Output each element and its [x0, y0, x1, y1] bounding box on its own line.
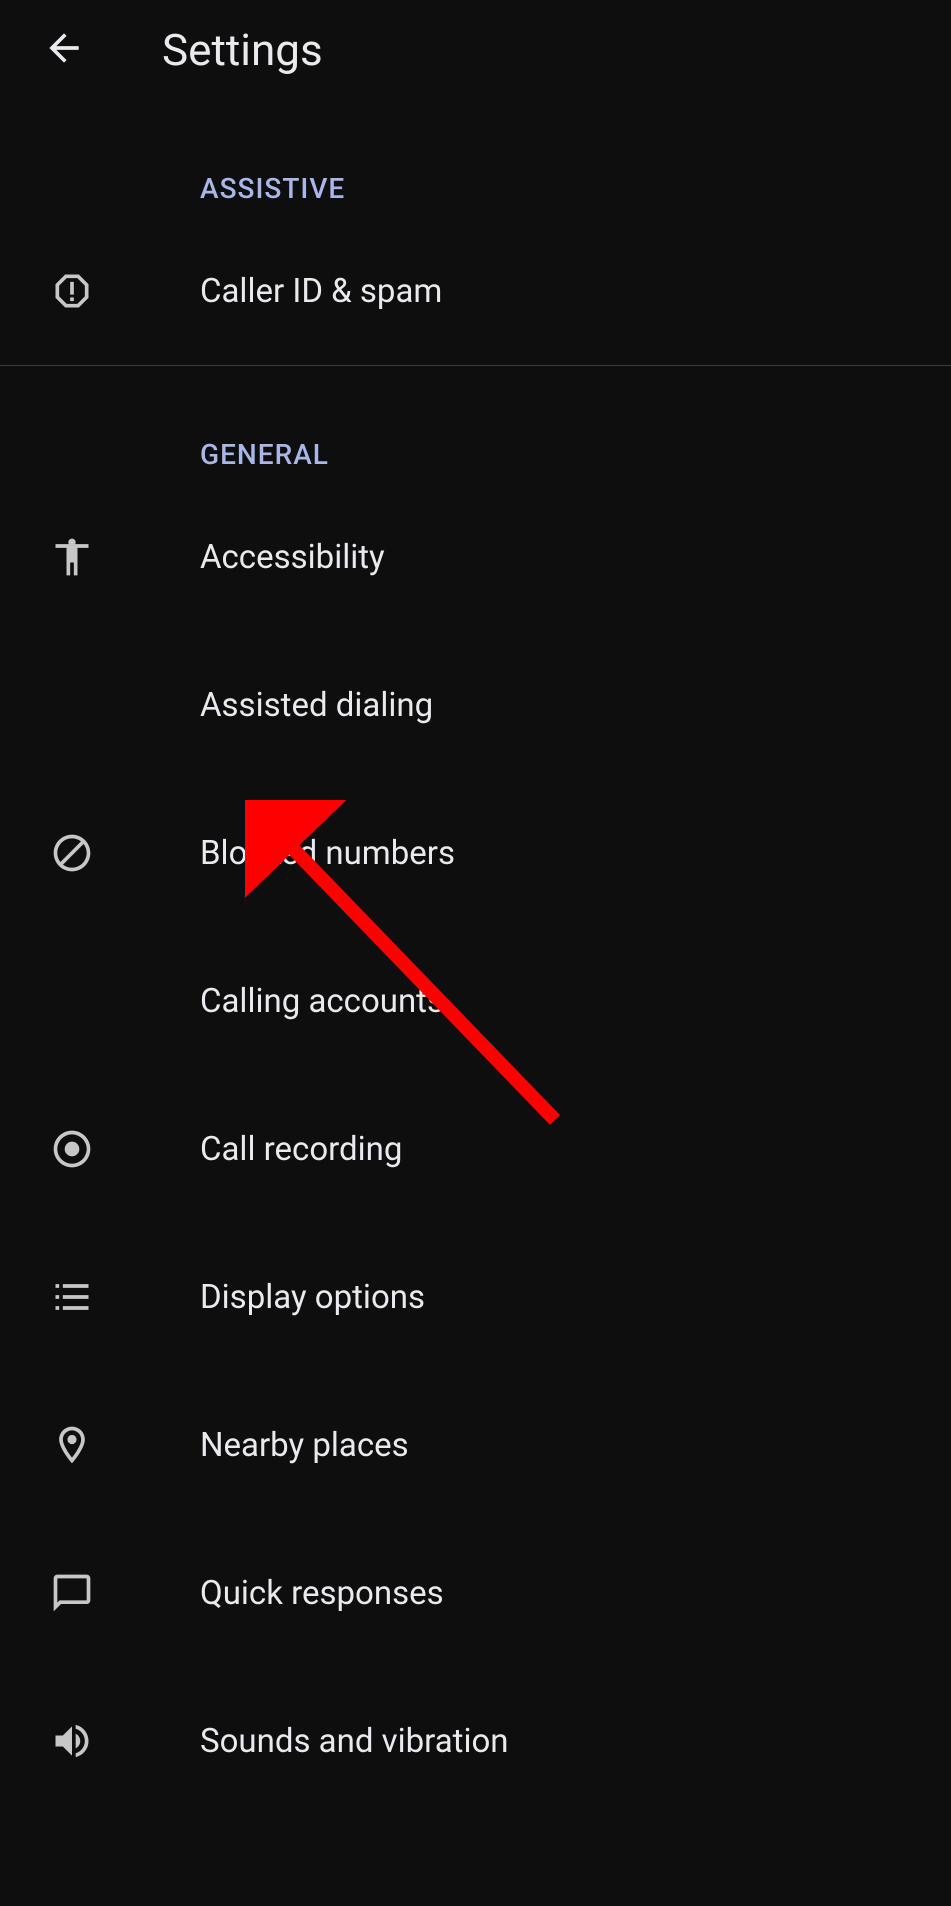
- record-icon: [44, 1121, 100, 1177]
- report-icon: [44, 263, 100, 319]
- item-label: Sounds and vibration: [200, 1722, 509, 1761]
- section-header-general: GENERAL: [0, 366, 951, 483]
- accessibility-icon: [44, 529, 100, 585]
- back-button[interactable]: [36, 22, 92, 78]
- item-label: Quick responses: [200, 1574, 444, 1613]
- block-icon: [44, 825, 100, 881]
- volume-icon: [44, 1713, 100, 1769]
- item-accessibility[interactable]: Accessibility: [0, 483, 951, 631]
- item-label: Calling accounts: [200, 982, 444, 1021]
- item-quick-responses[interactable]: Quick responses: [0, 1519, 951, 1667]
- item-calling-accounts[interactable]: Calling accounts: [0, 927, 951, 1075]
- item-label: Call recording: [200, 1130, 402, 1169]
- location-icon: [44, 1417, 100, 1473]
- item-label: Nearby places: [200, 1426, 409, 1465]
- item-assisted-dialing[interactable]: Assisted dialing: [0, 631, 951, 779]
- section-header-assistive: ASSISTIVE: [0, 100, 951, 217]
- app-bar: Settings: [0, 0, 951, 100]
- item-nearby-places[interactable]: Nearby places: [0, 1371, 951, 1519]
- item-label: Display options: [200, 1278, 425, 1317]
- item-label: Accessibility: [200, 538, 385, 577]
- chat-icon: [44, 1565, 100, 1621]
- item-caller-id-spam[interactable]: Caller ID & spam: [0, 217, 951, 365]
- item-blocked-numbers[interactable]: Blocked numbers: [0, 779, 951, 927]
- item-label: Blocked numbers: [200, 834, 455, 873]
- page-title: Settings: [162, 24, 323, 76]
- list-icon: [44, 1269, 100, 1325]
- item-sounds-vibration[interactable]: Sounds and vibration: [0, 1667, 951, 1815]
- arrow-back-icon: [42, 26, 86, 74]
- item-label: Assisted dialing: [200, 686, 433, 725]
- item-display-options[interactable]: Display options: [0, 1223, 951, 1371]
- item-label: Caller ID & spam: [200, 272, 442, 311]
- item-call-recording[interactable]: Call recording: [0, 1075, 951, 1223]
